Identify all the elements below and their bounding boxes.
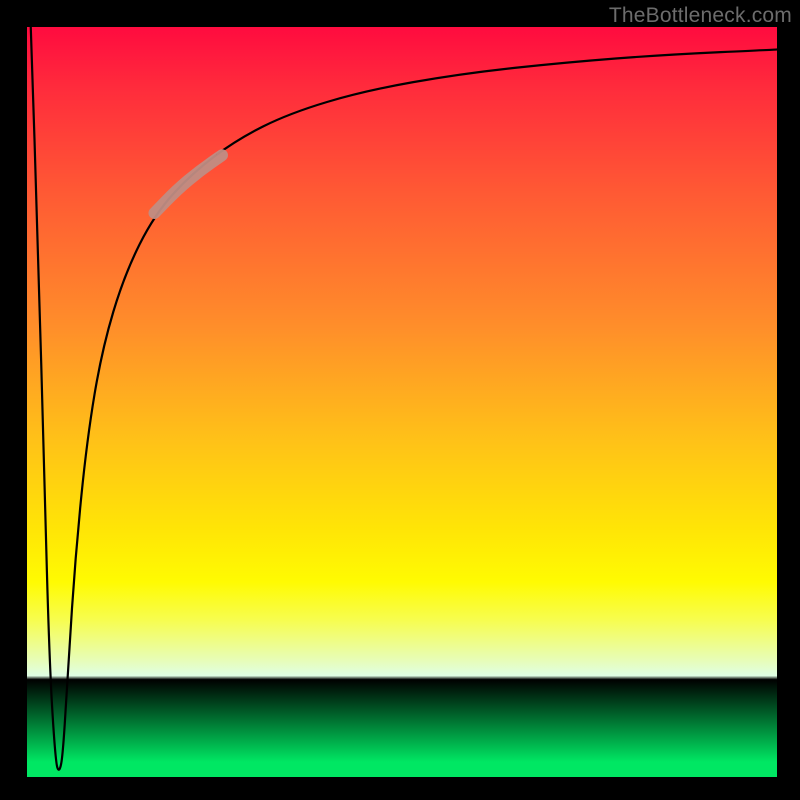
chart-curve-layer: [27, 27, 777, 777]
plot-area: [27, 27, 777, 777]
chart-container: TheBottleneck.com: [0, 0, 800, 800]
bottleneck-curve: [31, 27, 777, 770]
curve-highlight-segment: [155, 155, 223, 213]
attribution-label: TheBottleneck.com: [609, 4, 792, 28]
